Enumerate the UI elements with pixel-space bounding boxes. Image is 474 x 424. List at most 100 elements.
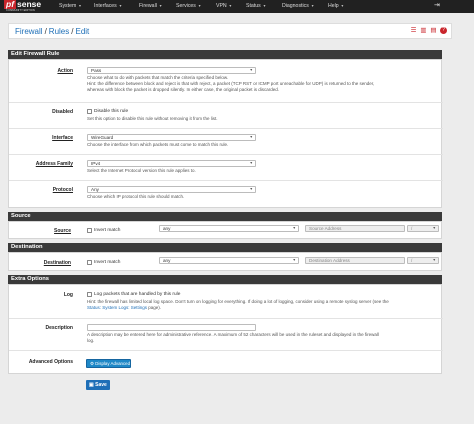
checkbox-box[interactable] bbox=[87, 292, 92, 297]
protocol-label: Protocol bbox=[52, 187, 73, 193]
checkbox-box[interactable] bbox=[87, 260, 92, 265]
top-navbar: pf sense COMMUNITY EDITION System ▼ Inter… bbox=[0, 0, 474, 13]
chevron-down-icon: ▼ bbox=[158, 4, 163, 8]
destination-header: Destination bbox=[8, 243, 442, 252]
logo-edition: COMMUNITY EDITION bbox=[6, 8, 35, 12]
chevron-down-icon: ▼ bbox=[249, 68, 253, 72]
log-checkbox[interactable]: Log packets that are handled by this rul… bbox=[87, 292, 180, 297]
source-invert-text: Invert match bbox=[94, 228, 121, 233]
chevron-down-icon: ▼ bbox=[249, 187, 253, 191]
address-family-row: Address Family IPv4 ▼ Select the Internet… bbox=[9, 155, 443, 181]
source-mask-select[interactable]: / ▼ bbox=[407, 225, 439, 232]
destination-address-input[interactable]: Destination Address bbox=[305, 257, 405, 264]
menu-services[interactable]: Services ▼ bbox=[176, 3, 201, 9]
advanced-options-label: Advanced Options bbox=[28, 359, 73, 365]
chevron-down-icon: ▼ bbox=[262, 4, 267, 8]
protocol-value: Any bbox=[91, 187, 99, 192]
menu-services-label: Services bbox=[176, 3, 196, 9]
destination-invert-text: Invert match bbox=[94, 260, 121, 265]
source-invert-checkbox[interactable]: Invert match bbox=[87, 228, 120, 233]
address-family-label: Address Family bbox=[35, 161, 73, 167]
chevron-down-icon: ▼ bbox=[292, 226, 296, 230]
chevron-down-icon: ▼ bbox=[249, 161, 253, 165]
extra-options-panel: Log Log packets that are handled by this… bbox=[8, 284, 443, 375]
chevron-down-icon: ▼ bbox=[432, 258, 436, 262]
disable-rule-checkbox[interactable]: Disable this rule bbox=[87, 109, 128, 114]
destination-type-select[interactable]: any ▼ bbox=[159, 257, 299, 264]
source-type-select[interactable]: any ▼ bbox=[159, 225, 299, 232]
breadcrumb: Firewall / Rules / Edit ☰ ▥ ▤ ? bbox=[8, 23, 452, 39]
help-icon[interactable]: ? bbox=[440, 27, 447, 34]
disable-rule-text: Disable this rule bbox=[94, 109, 129, 114]
interface-help: Choose the interface from which packets … bbox=[87, 142, 229, 147]
description-label: Description bbox=[45, 325, 73, 331]
breadcrumb-rules[interactable]: Rules bbox=[49, 27, 69, 36]
interface-value: WireGuard bbox=[91, 135, 114, 140]
checkbox-box[interactable] bbox=[87, 109, 92, 114]
source-address-placeholder: Source Address bbox=[309, 226, 342, 231]
chevron-down-icon: ▼ bbox=[310, 4, 315, 8]
address-family-select[interactable]: IPv4 ▼ bbox=[87, 160, 256, 167]
menu-firewall[interactable]: Firewall ▼ bbox=[139, 3, 162, 9]
chevron-down-icon: ▼ bbox=[78, 4, 82, 8]
display-advanced-label: Display Advanced bbox=[95, 361, 131, 366]
advanced-row: Advanced Options bbox=[9, 351, 443, 375]
menu-status[interactable]: Status ▼ bbox=[246, 3, 266, 9]
source-panel: Source Invert match any ▼ Source Address … bbox=[8, 221, 442, 239]
edit-rule-panel: Action Pass ▼ Choose what to do with pack… bbox=[8, 59, 443, 208]
list-icon[interactable]: ▤ bbox=[430, 27, 437, 34]
chevron-down-icon: ▼ bbox=[432, 226, 436, 230]
bar-chart-icon[interactable]: ▥ bbox=[420, 27, 427, 34]
menu-system[interactable]: System ▼ bbox=[59, 3, 82, 9]
breadcrumb-separator: / bbox=[71, 26, 74, 36]
description-help-line1: A description may be entered here for ad… bbox=[87, 332, 379, 337]
breadcrumb-icons: ☰ ▥ ▤ ? bbox=[410, 27, 447, 34]
sign-out-icon[interactable]: ⇥ bbox=[434, 2, 442, 10]
menu-system-label: System bbox=[59, 3, 77, 9]
chevron-down-icon: ▼ bbox=[228, 4, 233, 8]
description-row: Description A description may be entered… bbox=[9, 319, 443, 351]
display-advanced-button[interactable]: ⚙ Display Advanced bbox=[86, 359, 131, 368]
chevron-down-icon: ▼ bbox=[249, 135, 253, 139]
menu-diagnostics[interactable]: Diagnostics ▼ bbox=[282, 3, 314, 9]
chevron-down-icon: ▼ bbox=[292, 258, 296, 262]
menu-vpn[interactable]: VPN ▼ bbox=[216, 3, 232, 9]
menu-help-label: Help bbox=[328, 3, 339, 9]
disabled-help: Set this option to disable this rule wit… bbox=[87, 116, 218, 121]
breadcrumb-edit[interactable]: Edit bbox=[75, 27, 89, 36]
menu-interfaces[interactable]: Interfaces ▼ bbox=[94, 3, 122, 9]
destination-address-placeholder: Destination Address bbox=[309, 258, 350, 263]
disabled-label: Disabled bbox=[52, 109, 73, 115]
log-row: Log Log packets that are handled by this… bbox=[9, 285, 443, 319]
protocol-select[interactable]: Any ▼ bbox=[87, 186, 256, 193]
destination-invert-checkbox[interactable]: Invert match bbox=[87, 260, 120, 265]
description-input[interactable] bbox=[87, 324, 256, 331]
pfsense-logo[interactable]: pf sense COMMUNITY EDITION bbox=[0, 0, 50, 13]
menu-help[interactable]: Help ▼ bbox=[328, 3, 344, 9]
source-label: Source bbox=[54, 228, 71, 234]
source-header: Source bbox=[8, 212, 442, 221]
checkbox-box[interactable] bbox=[87, 228, 92, 233]
log-help-suffix: page). bbox=[147, 305, 162, 310]
source-address-input[interactable]: Source Address bbox=[305, 225, 405, 232]
save-button[interactable]: ▣ Save bbox=[86, 380, 110, 390]
action-value: Pass bbox=[91, 68, 102, 73]
menu-interfaces-label: Interfaces bbox=[94, 3, 117, 9]
menu-firewall-label: Firewall bbox=[139, 3, 157, 9]
menu-vpn-label: VPN bbox=[216, 3, 227, 9]
sliders-icon[interactable]: ☰ bbox=[410, 27, 417, 34]
address-family-help: Select the Internet Protocol version thi… bbox=[87, 168, 196, 173]
description-help: A description may be entered here for ad… bbox=[87, 332, 379, 344]
syslog-settings-link[interactable]: Status: System Logs: Settings bbox=[87, 305, 147, 310]
breadcrumb-separator: / bbox=[44, 26, 47, 36]
breadcrumb-firewall[interactable]: Firewall bbox=[15, 27, 43, 36]
interface-select[interactable]: WireGuard ▼ bbox=[87, 134, 256, 141]
edit-rule-header: Edit Firewall Rule bbox=[8, 50, 442, 59]
chevron-down-icon: ▼ bbox=[197, 4, 202, 8]
action-select[interactable]: Pass ▼ bbox=[87, 67, 256, 74]
address-family-value: IPv4 bbox=[91, 161, 101, 166]
source-mask-slash: / bbox=[411, 226, 413, 231]
interface-row: Interface WireGuard ▼ Choose the interfac… bbox=[9, 129, 443, 155]
destination-mask-select[interactable]: / ▼ bbox=[407, 257, 439, 264]
interface-label: Interface bbox=[52, 135, 73, 141]
